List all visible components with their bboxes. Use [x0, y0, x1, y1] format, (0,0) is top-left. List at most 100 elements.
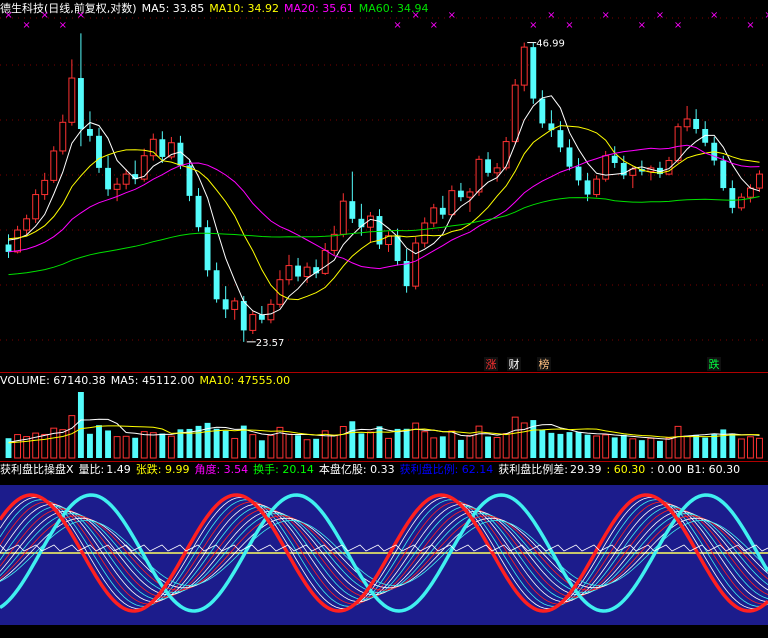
- candle-body-down: [566, 147, 573, 167]
- volume-bar-down: [711, 434, 718, 458]
- candle-body-up: [593, 178, 601, 196]
- candle-body-up: [50, 150, 58, 181]
- volume-bar-down: [349, 421, 356, 458]
- marker-3: 跌: [709, 357, 720, 371]
- volume-bar-down: [729, 433, 736, 458]
- signal-mark: ×: [547, 10, 555, 21]
- volume-bar-up: [448, 430, 456, 459]
- signal-mark: ×: [22, 20, 30, 31]
- ma20-line: [8, 144, 760, 270]
- signal-mark: ×: [601, 10, 609, 21]
- volume-bar-up: [366, 431, 374, 459]
- volume-ma5-label: MA5: 45112.00: [110, 374, 195, 387]
- volume-bar-up: [502, 433, 510, 459]
- volume-ma10-label: MA10: 47555.00: [199, 374, 291, 387]
- signal-mark: ×: [656, 10, 664, 21]
- candle-body-up: [122, 173, 130, 185]
- volume-bar-up: [647, 437, 655, 459]
- volume-bar-down: [720, 429, 727, 458]
- volume-bar-up: [412, 422, 420, 459]
- volume-bar-up: [249, 434, 257, 459]
- candle-body-up: [285, 265, 293, 281]
- low-label: 23.57: [256, 338, 285, 349]
- volume-chart: [5, 392, 763, 459]
- volume-bar-down: [258, 440, 265, 458]
- volume-bar-up: [593, 435, 601, 459]
- volume-bar-up: [41, 433, 49, 459]
- candle-body-down: [403, 260, 410, 287]
- ma5-line: [8, 95, 760, 316]
- signal-mark: ×: [77, 10, 85, 21]
- value-2: : 0.00: [650, 463, 682, 476]
- candle-body-up: [249, 314, 257, 331]
- volume-bar-up: [231, 437, 239, 459]
- volume-bar-down: [132, 437, 139, 458]
- volume-bar-up: [68, 415, 76, 459]
- volume-bar-up: [59, 429, 67, 459]
- volume-header: VOLUME: 67140.38 MA5: 45112.00 MA10: 47555…: [0, 374, 295, 388]
- candle-body-down: [611, 155, 618, 163]
- volume-bar-down: [702, 437, 709, 458]
- candle-body-down: [457, 190, 464, 198]
- candle-body-down: [87, 129, 93, 136]
- candle-body-up: [330, 233, 338, 251]
- volume-bar-up: [466, 434, 474, 459]
- volume-bar-up: [122, 435, 130, 459]
- volume-bar-down: [638, 440, 645, 458]
- candle-body-down: [557, 130, 564, 148]
- candle-body-up: [68, 77, 76, 123]
- volume-label: VOLUME: 67140.38: [0, 374, 106, 387]
- marker-2: 榜: [539, 357, 550, 371]
- candle-body-up: [746, 187, 754, 198]
- candle-body-down: [159, 139, 166, 157]
- candle-body-down: [485, 159, 491, 173]
- candle-body-down: [575, 166, 582, 181]
- indicator-name: 获利盘比操盘X: [0, 463, 74, 476]
- candle-body-up: [737, 196, 745, 209]
- volume-bar-up: [520, 422, 528, 459]
- candle-body-down: [439, 207, 446, 215]
- b1-label: B1: 60.30: [686, 463, 741, 476]
- volume-bar-down: [105, 430, 111, 458]
- volume-bar-up: [14, 434, 22, 459]
- candle-body-down: [539, 98, 546, 124]
- volume-bar-down: [376, 426, 383, 458]
- volume-bar-up: [285, 433, 293, 459]
- high-label: 46.99: [536, 39, 565, 50]
- marker-0: 涨: [486, 358, 497, 371]
- volume-bar-up: [385, 437, 392, 459]
- volume-bar-down: [693, 434, 700, 458]
- volume-bar-up: [303, 439, 311, 459]
- candle-body-down: [240, 300, 247, 331]
- volume-ma10-line: [8, 425, 760, 444]
- candle-body-up: [149, 138, 157, 157]
- signal-mark: ×: [674, 20, 682, 31]
- volume-bar-down: [222, 430, 229, 458]
- volume-bar-down: [96, 425, 102, 458]
- candle-body-up: [520, 46, 528, 86]
- volume-bar-down: [87, 433, 93, 458]
- huolipan-cha-value: 29.39: [570, 463, 602, 476]
- candle-body-up: [303, 266, 311, 278]
- huolipan-cha-label: 获利盘比例差:: [498, 463, 568, 476]
- volume-bar-down: [557, 433, 564, 458]
- candle-body-down: [530, 47, 537, 99]
- volume-bar-down: [77, 392, 84, 458]
- candle-body-down: [77, 78, 84, 130]
- candle-body-up: [665, 160, 673, 175]
- marker-1: 财: [509, 357, 520, 371]
- volume-bar-up: [50, 427, 58, 459]
- signal-mark: ×: [4, 10, 12, 21]
- volume-bar-up: [330, 434, 338, 459]
- volume-bar-up: [113, 436, 121, 459]
- candle-body-down: [96, 135, 102, 168]
- volume-bar-up: [430, 437, 438, 459]
- volume-bar-down: [295, 435, 301, 458]
- volume-bar-down: [213, 428, 220, 458]
- candle-body-up: [674, 126, 682, 162]
- signal-mark: ×: [393, 20, 401, 31]
- indicator-chart: [0, 485, 768, 625]
- candle-body-down: [222, 299, 229, 310]
- candle-body-down: [349, 201, 356, 219]
- candle-body-up: [267, 303, 275, 321]
